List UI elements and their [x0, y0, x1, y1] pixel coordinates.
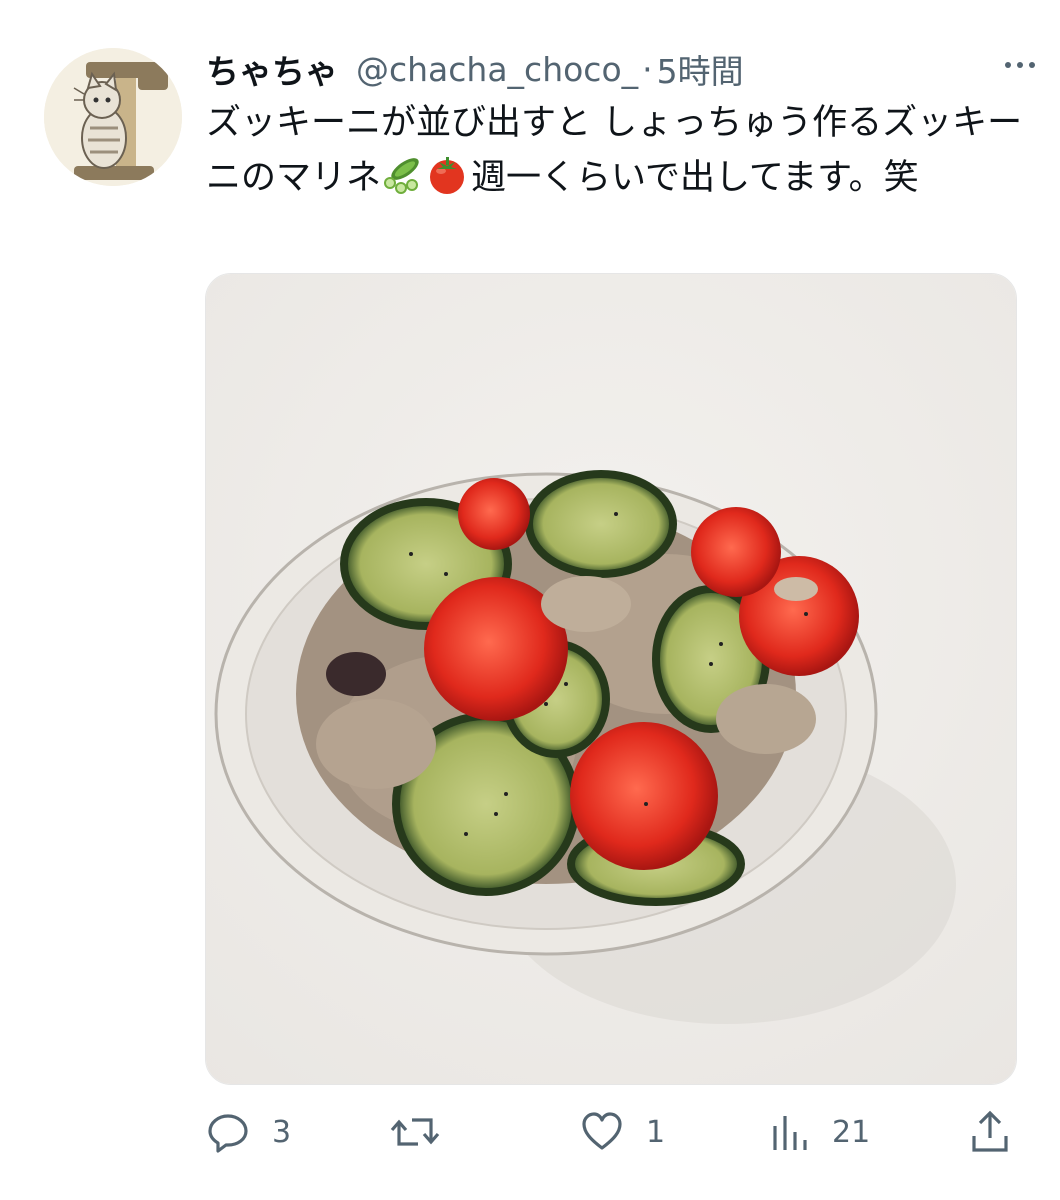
separator-dot: · — [642, 49, 653, 89]
analytics-icon — [773, 1116, 807, 1150]
avatar[interactable] — [44, 48, 182, 186]
user-handle[interactable]: @chacha_choco_ — [356, 50, 638, 89]
tomato-icon — [423, 153, 471, 212]
like-button[interactable]: 1 — [580, 1110, 665, 1154]
display-name[interactable]: ちゃちゃ — [206, 45, 338, 93]
marinade-bowl-photo — [206, 274, 1016, 1084]
retweet-icon — [390, 1118, 440, 1146]
tweet-text: ズッキーニが並び出すと しょっちゅう作るズッキーニのマリネ 週一くらいで出してま… — [206, 96, 1026, 212]
timestamp[interactable]: 5時間 — [657, 45, 744, 93]
more-options-icon[interactable] — [1000, 50, 1040, 80]
views-button[interactable]: 21 — [770, 1110, 870, 1154]
share-icon — [972, 1110, 1008, 1152]
reply-button[interactable]: 3 — [206, 1110, 291, 1154]
reply-icon — [208, 1114, 248, 1153]
reply-count: 3 — [272, 1114, 292, 1150]
tweet-header: ちゃちゃ @chacha_choco_ · 5時間 — [206, 44, 1040, 94]
retweet-button[interactable] — [390, 1110, 462, 1154]
tweet-action-bar: 3 1 21 — [0, 1110, 1060, 1154]
share-button[interactable] — [970, 1110, 1010, 1154]
heart-icon — [582, 1112, 622, 1150]
avatar-cat-illustration — [44, 48, 182, 186]
views-count: 21 — [832, 1114, 871, 1150]
tweet-media-photo[interactable] — [205, 273, 1017, 1085]
tweet-text-part2: 週一くらいで出してます。笑 — [471, 158, 919, 198]
like-count: 1 — [646, 1114, 666, 1150]
cucumber-icon — [381, 155, 423, 212]
